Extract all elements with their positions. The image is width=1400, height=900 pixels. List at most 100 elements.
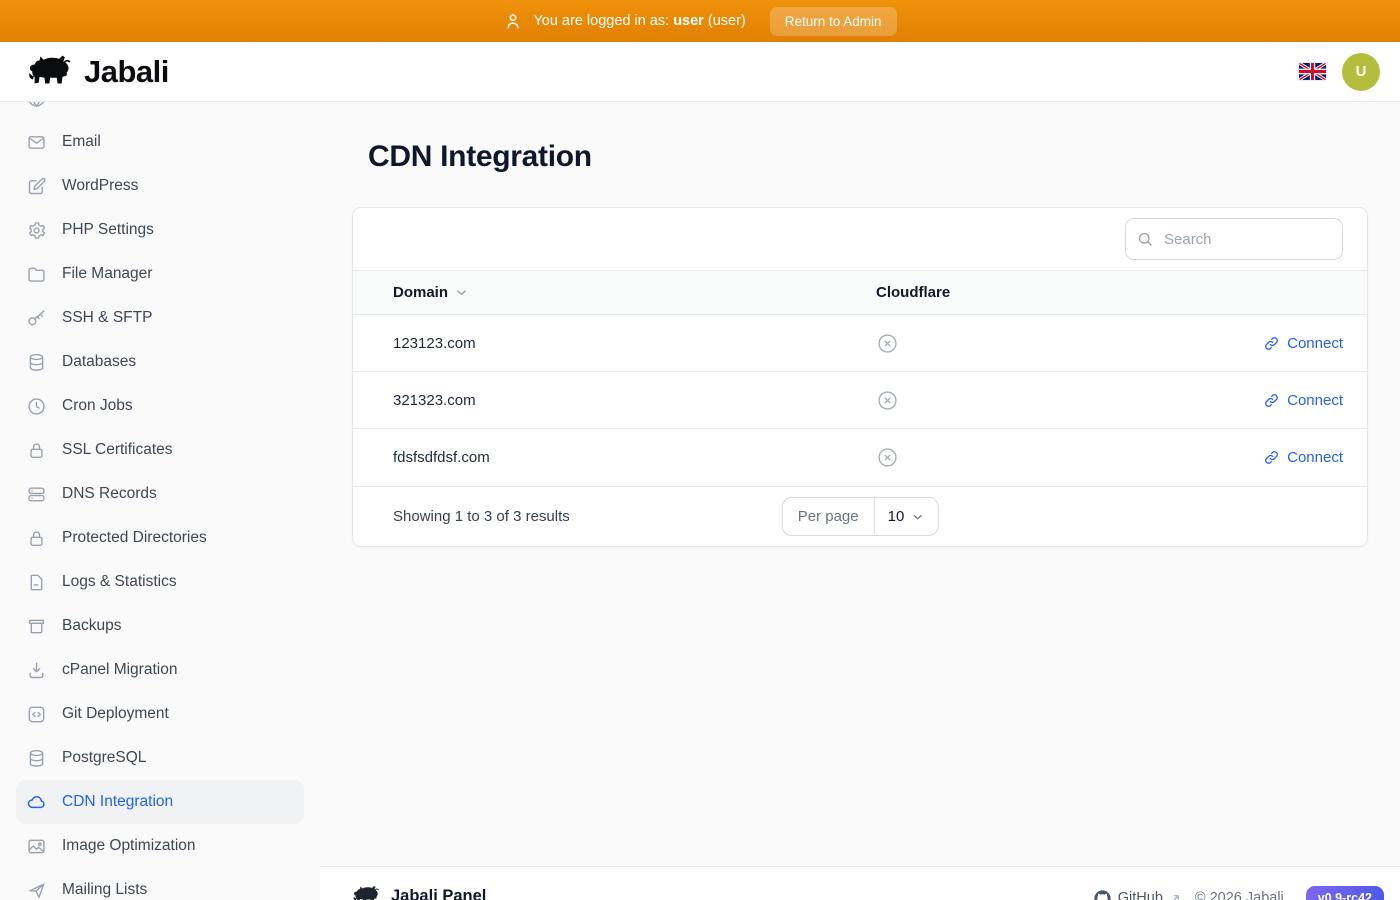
sidebar-item-label: File Manager: [62, 265, 152, 283]
sidebar-item-label: Email: [62, 133, 101, 151]
sort-chevron-down-icon: [454, 285, 469, 300]
lock-icon: [26, 528, 47, 549]
wordpress-icon: [26, 176, 47, 197]
github-link[interactable]: GitHub: [1094, 890, 1181, 900]
sidebar-item-label: Protected Directories: [62, 529, 207, 547]
chevron-down-icon: [910, 510, 924, 524]
sidebar-item-label: SSL Certificates: [62, 441, 173, 459]
brand-logo[interactable]: Jabali: [26, 54, 169, 90]
image-icon: [26, 836, 47, 857]
link-icon: [1263, 335, 1280, 352]
domain-cell: 321323.com: [393, 392, 876, 409]
database-icon: [26, 748, 47, 769]
sidebar-item-label: Databases: [62, 353, 136, 371]
sidebar-item-protected-directories[interactable]: Protected Directories: [16, 516, 304, 560]
link-icon: [1263, 392, 1280, 409]
sidebar-item-git-deployment[interactable]: Git Deployment: [16, 692, 304, 736]
search-input[interactable]: [1125, 218, 1343, 260]
sidebar-item-databases[interactable]: Databases: [16, 340, 304, 384]
sidebar-item-label: PostgreSQL: [62, 749, 146, 767]
cloud-icon: [26, 792, 47, 813]
folder-icon: [26, 264, 47, 285]
per-page-label: Per page: [783, 498, 874, 535]
disconnected-x-circle-icon: [876, 389, 899, 412]
table-toolbar: [353, 208, 1367, 270]
email-icon: [26, 132, 47, 153]
github-icon: [1094, 890, 1111, 900]
sidebar-item-cpanel-migration[interactable]: cPanel Migration: [16, 648, 304, 692]
external-link-icon: [1170, 893, 1181, 900]
connect-link[interactable]: Connect: [1263, 335, 1343, 352]
sidebar-item-dns-records[interactable]: DNS Records: [16, 472, 304, 516]
clock-icon: [26, 396, 47, 417]
sidebar-item-label: PHP Settings: [62, 221, 154, 239]
disconnected-x-circle-icon: [876, 446, 899, 469]
copyright-text: © 2026 Jabali: [1195, 890, 1284, 900]
connect-link[interactable]: Connect: [1263, 449, 1343, 466]
sidebar-item-label: SSH & SFTP: [62, 309, 152, 327]
link-icon: [1263, 449, 1280, 466]
page-title: CDN Integration: [368, 140, 1400, 174]
per-page-value: 10: [888, 508, 905, 525]
sidebar-item-cron-jobs[interactable]: Cron Jobs: [16, 384, 304, 428]
user-icon: [503, 11, 523, 31]
domain-cell: 123123.com: [393, 335, 876, 352]
gear-icon: [26, 220, 47, 241]
logged-in-username: user: [673, 13, 704, 29]
sidebar-item-label: cPanel Migration: [62, 661, 177, 679]
cdn-table-card: Domain Cloudflare 123123.com: [352, 207, 1368, 547]
sidebar-item-ssh-sftp[interactable]: SSH & SFTP: [16, 296, 304, 340]
sidebar-item-php-settings[interactable]: PHP Settings: [16, 208, 304, 252]
table-row: 321323.com Connect: [353, 372, 1367, 429]
sidebar-item-ssl-certificates[interactable]: SSL Certificates: [16, 428, 304, 472]
column-header-cloudflare: Cloudflare: [876, 284, 1133, 301]
sidebar-item-mailing-lists[interactable]: Mailing Lists: [16, 868, 304, 900]
footer-brand-name: Jabali Panel: [391, 887, 486, 900]
archive-icon: [26, 616, 47, 637]
sidebar-item-postgresql[interactable]: PostgreSQL: [16, 736, 304, 780]
impersonation-bar: You are logged in as: user (user) Return…: [0, 0, 1400, 42]
sidebar-item-backups[interactable]: Backups: [16, 604, 304, 648]
language-flag-button[interactable]: [1299, 63, 1326, 80]
user-avatar[interactable]: U: [1342, 53, 1380, 91]
sidebar-item-label: Cron Jobs: [62, 397, 133, 415]
sidebar-item-label: Backups: [62, 617, 121, 635]
version-badge: v0.9-rc42: [1306, 886, 1384, 900]
sidebar-item-file-manager[interactable]: File Manager: [16, 252, 304, 296]
results-summary: Showing 1 to 3 of 3 results: [393, 508, 570, 525]
main-content: CDN Integration Domain Cloudflare: [320, 102, 1400, 900]
domain-cell: fdsfsdfdsf.com: [393, 449, 876, 466]
logged-in-role: (user): [708, 13, 746, 29]
cloudflare-status-cell: [876, 446, 1133, 469]
sidebar-item-wordpress[interactable]: WordPress: [16, 164, 304, 208]
column-header-domain[interactable]: Domain: [393, 284, 876, 301]
brand-name: Jabali: [84, 54, 169, 90]
sidebar-item-label: Logs & Statistics: [62, 573, 177, 591]
per-page-select[interactable]: Per page 10: [782, 497, 939, 536]
key-icon: [26, 308, 47, 329]
send-icon: [26, 880, 47, 900]
sidebar-item-cdn-integration[interactable]: CDN Integration: [16, 780, 304, 824]
download-icon: [26, 660, 47, 681]
boar-logo-icon: [26, 54, 76, 90]
sidebar-item-label: WordPress: [62, 177, 138, 195]
sidebar-item-label: Git Deployment: [62, 705, 169, 723]
uk-flag-icon: [1299, 63, 1326, 80]
sidebar-item-list: Email WordPress PHP Settings File Manage…: [16, 120, 304, 900]
server-icon: [26, 484, 47, 505]
sidebar-item-clipped: [16, 102, 304, 120]
table-footer: Showing 1 to 3 of 3 results Per page 10: [353, 486, 1367, 546]
sidebar-item-label: Image Optimization: [62, 837, 196, 855]
table-row: fdsfsdfdsf.com Connect: [353, 429, 1367, 486]
page-footer: Jabali Panel GitHub © 2026 Jabali v0.9-r…: [320, 866, 1400, 900]
sidebar-item-logs-statistics[interactable]: Logs & Statistics: [16, 560, 304, 604]
sidebar-item-image-optimization[interactable]: Image Optimization: [16, 824, 304, 868]
sidebar-item-label: CDN Integration: [62, 793, 173, 811]
cloudflare-status-cell: [876, 332, 1133, 355]
connect-link[interactable]: Connect: [1263, 392, 1343, 409]
document-icon: [26, 572, 47, 593]
sidebar-item-email[interactable]: Email: [16, 120, 304, 164]
app-header: Jabali U: [0, 42, 1400, 102]
sidebar-item-label: Mailing Lists: [62, 881, 147, 899]
return-to-admin-button[interactable]: Return to Admin: [770, 7, 897, 36]
